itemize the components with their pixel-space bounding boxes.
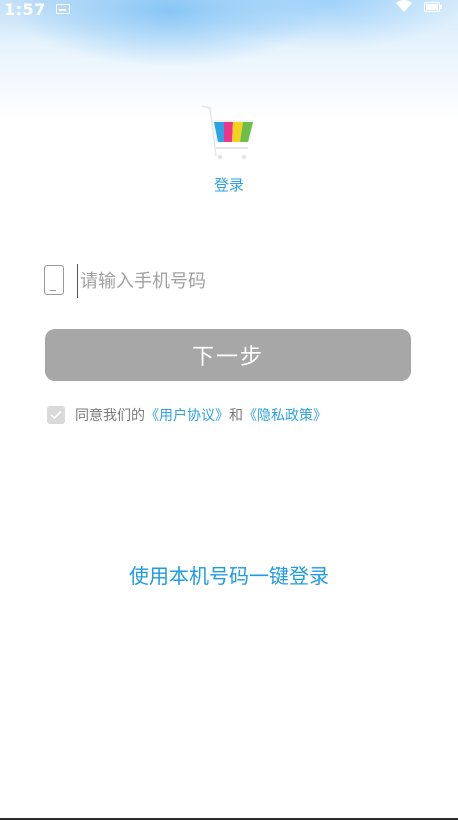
agreement-prefix: 同意我们的 — [75, 408, 145, 424]
user-agreement-link[interactable]: 《用户协议》 — [145, 405, 229, 425]
status-time: 1:57 — [4, 0, 46, 19]
login-title: 登录 — [213, 176, 244, 194]
wifi-icon — [396, 0, 412, 12]
phone-number-input[interactable] — [77, 264, 407, 298]
next-step-button[interactable]: 下一步 — [45, 329, 411, 381]
agreement-checkbox[interactable] — [47, 406, 65, 424]
shopping-cart-logo-icon — [201, 105, 254, 159]
one-key-login-link[interactable]: 使用本机号码一键登录 — [0, 560, 458, 589]
status-bar: 1:57 — [0, 0, 458, 20]
keyboard-icon — [56, 4, 70, 14]
battery-icon — [424, 2, 442, 12]
agreement-row: 同意我们的 《用户协议》 和 《隐私政策》 — [47, 405, 327, 425]
check-icon — [50, 410, 62, 420]
privacy-policy-link[interactable]: 《隐私政策》 — [243, 405, 327, 425]
phone-icon — [44, 265, 64, 295]
agreement-and: 和 — [229, 408, 243, 424]
